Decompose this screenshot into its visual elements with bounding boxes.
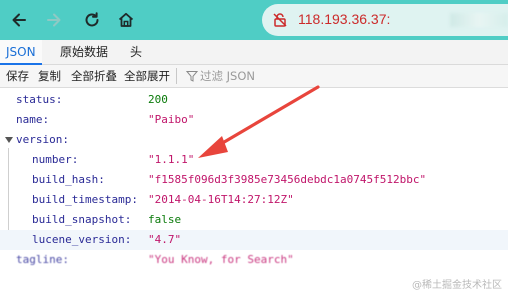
tab-raw-data-label: 原始数据 <box>60 45 109 59</box>
save-button[interactable]: 保存 <box>6 65 29 87</box>
json-row-build-snapshot[interactable]: build_snapshot: false <box>0 210 508 230</box>
expand-all-button[interactable]: 全部展开 <box>124 65 170 87</box>
tab-headers[interactable]: 头 <box>124 40 148 64</box>
browser-toolbar: 118.193.36.37: <box>0 0 508 40</box>
reload-button[interactable] <box>77 5 107 35</box>
json-value: "You Know, for Search" <box>148 253 294 266</box>
json-key: status: <box>16 93 63 106</box>
json-row-tagline[interactable]: tagline: "You Know, for Search" <box>0 250 508 270</box>
json-row-name[interactable]: name: "Paibo" <box>0 110 508 130</box>
json-key: name: <box>16 113 50 126</box>
forward-button[interactable] <box>39 5 69 35</box>
json-row-build-timestamp[interactable]: build_timestamp: "2014-04-16T14:27:12Z" <box>0 190 508 210</box>
tab-json[interactable]: JSON <box>0 40 42 65</box>
json-value: "1.1.1" <box>148 153 195 166</box>
copy-button[interactable]: 复制 <box>38 65 61 87</box>
tab-json-label: JSON <box>6 45 36 59</box>
json-value: "4.7" <box>148 233 182 246</box>
redacted-port <box>450 13 508 27</box>
json-value: 200 <box>148 93 168 106</box>
home-icon <box>118 12 134 27</box>
arrow-right-icon <box>47 13 61 27</box>
json-key: tagline: <box>16 253 69 266</box>
toolbar-divider <box>176 68 177 84</box>
json-toolbar: 保存 复制 全部折叠 全部展开 <box>0 65 508 88</box>
tab-raw-data[interactable]: 原始数据 <box>54 40 114 64</box>
json-row-status[interactable]: status: 200 <box>0 90 508 110</box>
back-button[interactable] <box>4 5 34 35</box>
watermark: @稀土掘金技术社区 <box>412 280 502 291</box>
json-key: build_snapshot: <box>32 213 132 226</box>
json-row-build-hash[interactable]: build_hash: "f1585f096d3f3985e73456debdc… <box>0 170 508 190</box>
reload-icon <box>85 12 99 27</box>
json-key: version: <box>16 133 69 146</box>
filter-icon <box>186 71 198 82</box>
arrow-left-icon <box>12 13 26 27</box>
json-key: build_timestamp: <box>32 193 138 206</box>
json-tree: status: 200 name: "Paibo" version: numbe… <box>0 88 508 295</box>
json-row-version[interactable]: version: <box>0 130 508 150</box>
json-key: lucene_version: <box>32 233 132 246</box>
not-secure-icon <box>273 13 287 27</box>
home-button[interactable] <box>111 5 141 35</box>
address-text[interactable]: 118.193.36.37: <box>298 11 390 27</box>
json-value: false <box>148 213 182 226</box>
filter-json-input[interactable] <box>200 67 320 85</box>
tab-headers-label: 头 <box>130 45 143 59</box>
address-bar[interactable]: 118.193.36.37: <box>262 4 508 36</box>
json-value: "Paibo" <box>148 113 195 126</box>
json-row-number[interactable]: number: "1.1.1" <box>0 150 508 170</box>
json-value: "f1585f096d3f3985e73456debdc1a0745f512bb… <box>148 173 427 186</box>
collapse-all-button[interactable]: 全部折叠 <box>71 65 117 87</box>
json-value: "2014-04-16T14:27:12Z" <box>148 193 294 206</box>
expand-toggle-icon[interactable] <box>5 137 13 143</box>
json-row-lucene-version[interactable]: lucene_version: "4.7" <box>0 230 508 250</box>
viewer-tabs: JSON 原始数据 头 <box>0 40 508 65</box>
json-key: build_hash: <box>32 173 105 186</box>
json-key: number: <box>32 153 79 166</box>
